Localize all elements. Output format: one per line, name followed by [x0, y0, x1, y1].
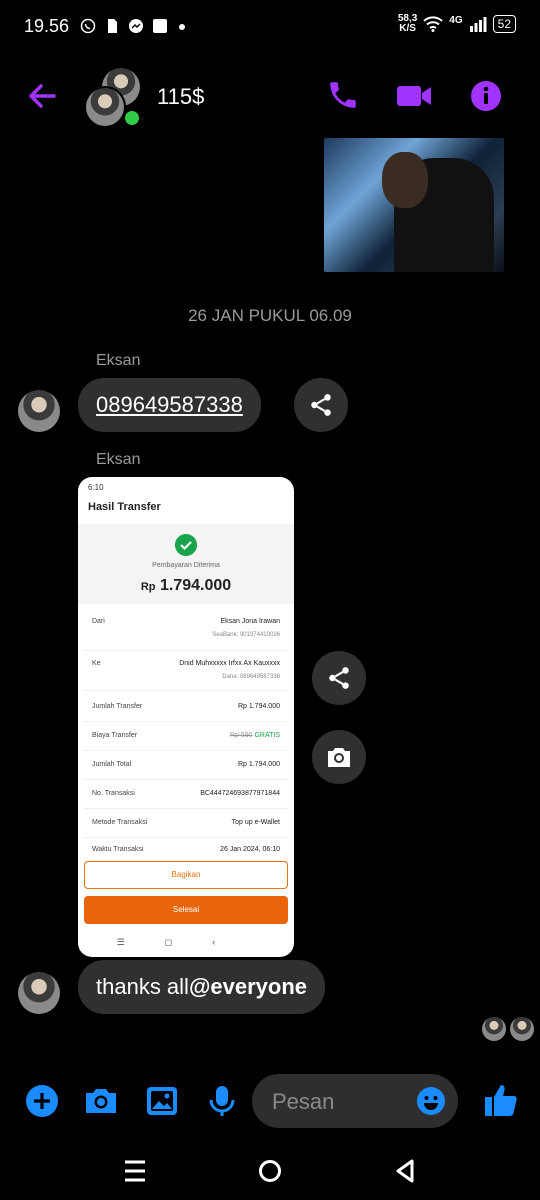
share-button[interactable]	[312, 651, 366, 705]
whatsapp-icon	[80, 18, 96, 34]
to-row: Ke Dnid Muhxxxxx Irfxx Ax Kauxxxx Dana: …	[84, 654, 288, 691]
mention[interactable]: @everyone	[189, 974, 307, 999]
from-row: Dari Eksan Jona Irawan SeaBank: 90197441…	[84, 612, 288, 651]
more-dot-icon	[179, 24, 185, 30]
read-receipts	[482, 1017, 534, 1041]
date-separator: 26 JAN PUKUL 06.09	[188, 306, 352, 325]
check-icon	[175, 534, 197, 556]
notification-square-icon	[153, 19, 167, 33]
chat-title[interactable]: 115$	[157, 84, 204, 110]
emoji-icon[interactable]	[416, 1086, 446, 1116]
status-time: 19.56	[24, 16, 70, 36]
receipt-title: Hasil Transfer	[88, 501, 161, 513]
receipt-summary: Pembayaran Diterima Rp 1.794.000	[78, 524, 294, 604]
message-text: thanks all	[96, 974, 189, 999]
info-icon[interactable]	[470, 80, 502, 112]
status-right-group: 58,3 K/S 4G 52	[398, 14, 516, 34]
detail-row: Metode Transaksi Top up e-Wallet	[84, 813, 288, 838]
share-icon	[311, 394, 331, 416]
phone-number-link[interactable]: 089649587338	[96, 392, 243, 417]
detail-row: No. Transaksi BC444724693877971844	[84, 784, 288, 809]
receipt-share-button: Bagikan	[84, 861, 288, 889]
payment-received-label: Pembayaran Diterima	[152, 562, 220, 569]
message-input[interactable]	[252, 1074, 458, 1128]
receipt-amount: Rp 1.794.000	[140, 577, 232, 594]
share-icon	[329, 667, 349, 689]
messenger-icon	[129, 19, 143, 33]
receipt-status-time: 6:10	[88, 483, 104, 492]
battery-indicator: 52	[492, 15, 516, 33]
read-receipt-avatar	[510, 1017, 534, 1041]
gallery-icon[interactable]	[145, 1084, 179, 1118]
online-status-dot	[122, 108, 142, 128]
group-avatar[interactable]	[84, 68, 142, 128]
sender-name: Eksan	[96, 451, 141, 468]
receipt-screenshot[interactable]: 6:10 Hasil Transfer Pembayaran Diterima …	[78, 477, 294, 957]
microphone-icon[interactable]	[205, 1084, 239, 1118]
camera-icon[interactable]	[84, 1084, 118, 1118]
receipt-done-button: Selesai	[84, 896, 288, 924]
detail-row: Biaya Transfer Rp 590 GRATIS	[84, 726, 288, 751]
share-button[interactable]	[294, 378, 348, 432]
detail-row: Jumlah Total Rp 1.794.000	[84, 755, 288, 780]
back-nav-icon[interactable]	[390, 1156, 420, 1186]
camera-icon	[328, 748, 350, 767]
sender-name: Eksan	[96, 352, 141, 369]
back-arrow-icon[interactable]	[24, 78, 60, 114]
video-call-icon[interactable]	[396, 80, 432, 112]
receipt-nav-bar: ☰◻‹	[116, 937, 256, 947]
sender-avatar[interactable]	[18, 972, 60, 1014]
shared-photo[interactable]	[324, 138, 504, 272]
plus-icon[interactable]	[25, 1084, 59, 1118]
camera-button[interactable]	[312, 730, 366, 784]
message-bubble[interactable]: thanks all@everyone	[78, 960, 326, 1014]
phone-call-icon[interactable]	[326, 78, 360, 112]
photo-figure-head	[382, 152, 428, 208]
like-thumbs-up-icon[interactable]	[483, 1082, 519, 1118]
sim-card-icon	[108, 19, 117, 33]
detail-row: Jumlah Transfer Rp 1.794.000	[84, 697, 288, 722]
signal-icon	[469, 17, 487, 32]
recent-apps-icon[interactable]	[120, 1156, 150, 1186]
detail-row: Waktu Transaksi 26 Jan 2024, 06:10	[92, 846, 280, 853]
network-speed: 58,3 K/S	[397, 13, 418, 34]
read-receipt-avatar	[482, 1017, 506, 1041]
message-bubble[interactable]: 089649587338	[78, 378, 261, 432]
sender-avatar[interactable]	[18, 390, 60, 432]
avatar	[84, 86, 126, 128]
message-text-field[interactable]	[270, 1084, 414, 1120]
home-icon[interactable]	[255, 1156, 285, 1186]
wifi-icon	[423, 16, 443, 32]
network-type: 4G	[449, 14, 463, 26]
